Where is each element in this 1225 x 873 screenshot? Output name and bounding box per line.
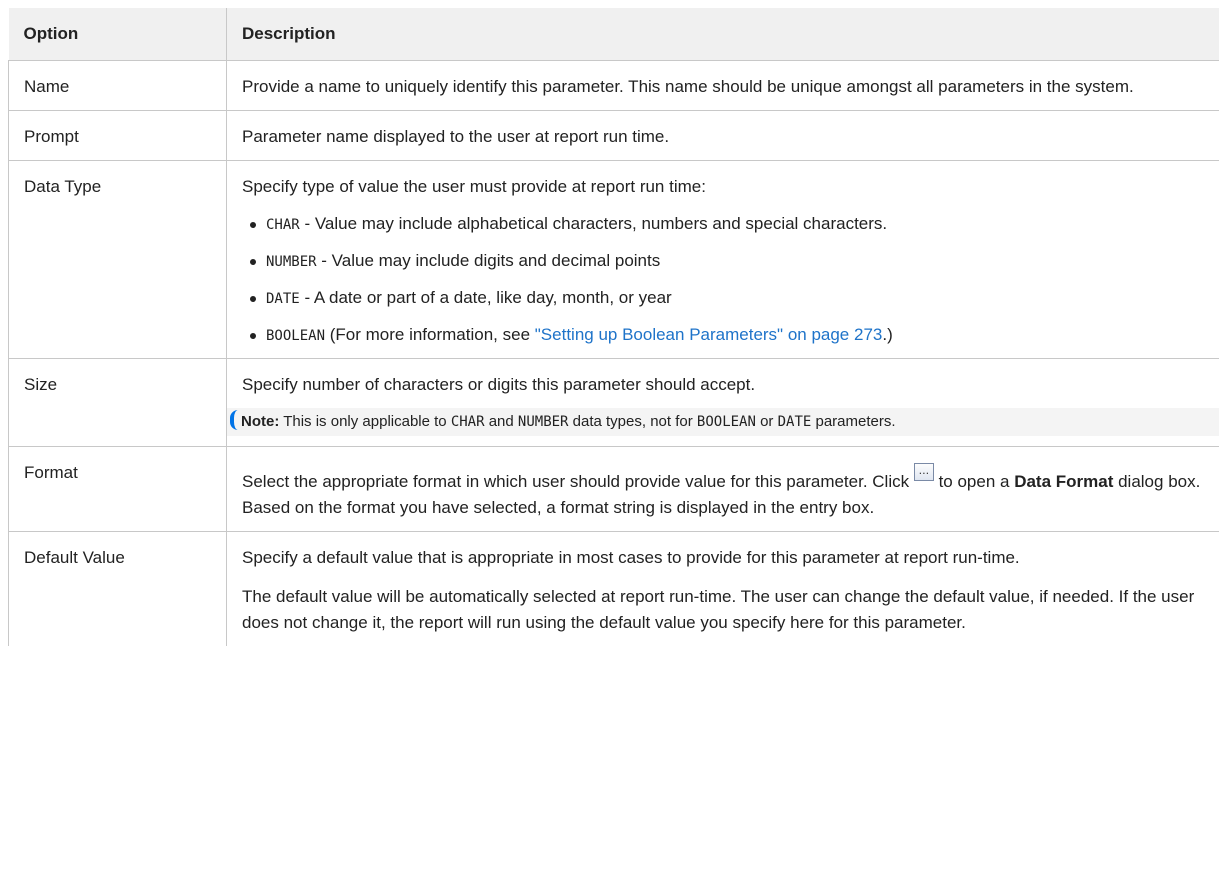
note-label: Note:	[241, 413, 280, 430]
note-text: and	[484, 413, 518, 430]
description-text: Specify type of value the user must prov…	[242, 177, 706, 196]
option-size: Size	[8, 358, 227, 447]
code-boolean: BOOLEAN	[266, 328, 326, 344]
format-text: Select the appropriate format in which u…	[242, 472, 914, 491]
list-item-text-after: .)	[882, 325, 893, 344]
code-date: DATE	[266, 291, 300, 307]
table-row: Data Type Specify type of value the user…	[8, 160, 1219, 359]
table-row: Format Select the appropriate format in …	[8, 446, 1219, 532]
option-prompt: Prompt	[8, 110, 227, 161]
code-char: CHAR	[266, 217, 300, 233]
note-code: CHAR	[450, 414, 485, 430]
note-bar-icon	[230, 410, 238, 430]
table-row: Name Provide a name to uniquely identify…	[8, 60, 1219, 111]
note-text: data types, not for	[568, 413, 697, 430]
description-text: Parameter name displayed to the user at …	[242, 127, 670, 146]
option-default-value: Default Value	[8, 531, 227, 646]
description-name: Provide a name to uniquely identify this…	[226, 60, 1219, 111]
note-text: or	[755, 413, 778, 430]
list-item-text: - A date or part of a date, like day, mo…	[299, 288, 672, 307]
option-data-type: Data Type	[8, 160, 227, 359]
note-code: DATE	[777, 414, 812, 430]
list-item-text: - Value may include alphabetical charact…	[299, 214, 888, 233]
note-code: BOOLEAN	[696, 414, 756, 430]
option-name: Name	[8, 60, 227, 111]
description-text: Specify a default value that is appropri…	[242, 548, 1020, 567]
description-text: Specify number of characters or digits t…	[242, 375, 756, 394]
option-format: Format	[8, 446, 227, 532]
note-box: Note: This is only applicable to CHAR an…	[227, 408, 1219, 436]
description-text: Provide a name to uniquely identify this…	[242, 77, 1134, 96]
note-code: NUMBER	[517, 414, 569, 430]
data-type-list: CHAR - Value may include alphabetical ch…	[242, 212, 1209, 348]
description-text: The default value will be automatically …	[242, 587, 1195, 632]
list-item-text: (For more information, see	[325, 325, 535, 344]
description-data-type: Specify type of value the user must prov…	[226, 160, 1219, 359]
description-size: Specify number of characters or digits t…	[226, 358, 1219, 447]
code-number: NUMBER	[266, 254, 317, 270]
table-header-row: Option Description	[8, 8, 1219, 61]
ellipsis-button[interactable]: ...	[913, 463, 934, 481]
table-row: Default Value Specify a default value th…	[8, 531, 1219, 647]
data-format-label: Data Format	[1014, 472, 1114, 491]
list-item: BOOLEAN (For more information, see "Sett…	[250, 323, 1209, 348]
table-row: Size Specify number of characters or dig…	[8, 358, 1219, 447]
description-format: Select the appropriate format in which u…	[226, 446, 1219, 532]
options-table: Option Description Name Provide a name t…	[8, 8, 1219, 646]
list-item-text: - Value may include digits and decimal p…	[316, 251, 661, 270]
note-text: parameters.	[811, 413, 896, 430]
format-text: to open a	[933, 472, 1015, 491]
description-default-value: Specify a default value that is appropri…	[227, 532, 1219, 647]
boolean-parameters-link[interactable]: "Setting up Boolean Parameters" on page …	[535, 325, 883, 344]
list-item: CHAR - Value may include alphabetical ch…	[250, 212, 1209, 237]
header-description: Description	[226, 8, 1219, 61]
note-text: This is only applicable to	[279, 413, 451, 430]
table-row: Prompt Parameter name displayed to the u…	[8, 110, 1219, 161]
description-prompt: Parameter name displayed to the user at …	[226, 110, 1219, 161]
header-option: Option	[8, 8, 227, 61]
list-item: DATE - A date or part of a date, like da…	[250, 286, 1209, 311]
list-item: NUMBER - Value may include digits and de…	[250, 249, 1209, 274]
description-text: Select the appropriate format in which u…	[242, 463, 1209, 521]
